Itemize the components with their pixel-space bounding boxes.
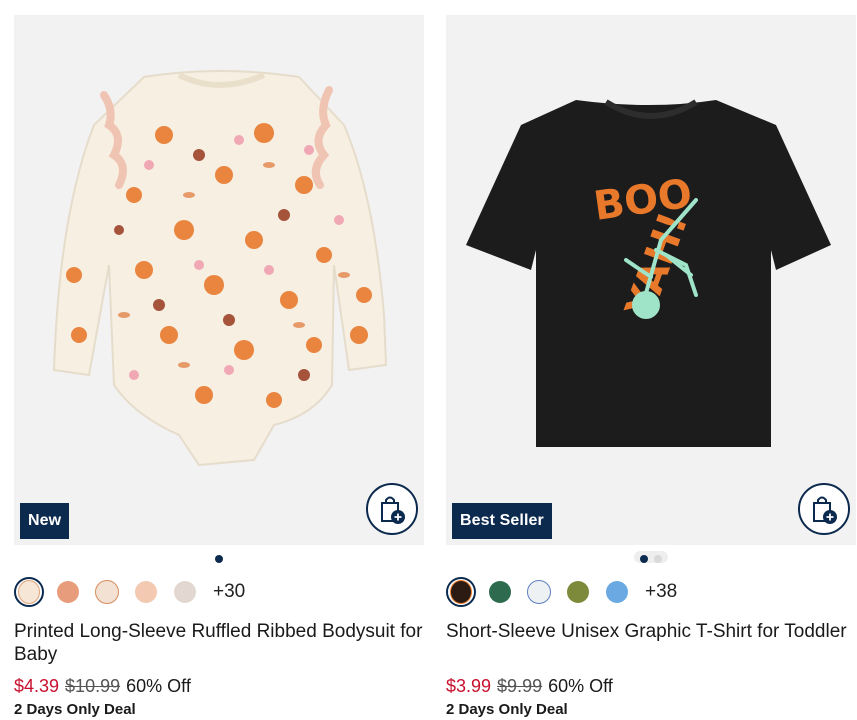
- carousel-dot[interactable]: [215, 555, 223, 563]
- product-title[interactable]: Short-Sleeve Unisex Graphic T-Shirt for …: [446, 620, 857, 643]
- color-swatch[interactable]: [524, 577, 554, 607]
- color-swatches: +30: [14, 576, 245, 608]
- image-carousel-dots: [446, 551, 856, 563]
- product-title[interactable]: Printed Long-Sleeve Ruffled Ribbed Bodys…: [14, 620, 426, 666]
- color-swatch-selected[interactable]: [14, 577, 44, 607]
- best-seller-badge: Best Seller: [452, 503, 552, 539]
- color-swatch[interactable]: [170, 577, 200, 607]
- bodysuit-illustration: [52, 70, 388, 467]
- color-swatch[interactable]: [563, 577, 593, 607]
- carousel-dot[interactable]: [640, 555, 648, 563]
- discount-label: 60% Off: [548, 676, 613, 696]
- sale-price: $4.39: [14, 676, 60, 696]
- color-swatch[interactable]: [602, 577, 632, 607]
- original-price: $9.99: [497, 676, 543, 696]
- price-row: $3.99 $9.99 60% Off: [446, 676, 613, 697]
- color-swatch[interactable]: [131, 577, 161, 607]
- product-image[interactable]: New: [14, 15, 424, 545]
- carousel-dot[interactable]: [654, 555, 662, 563]
- original-price: $10.99: [65, 676, 121, 696]
- discount-label: 60% Off: [126, 676, 191, 696]
- shopping-bag-plus-icon: [381, 496, 405, 524]
- more-colors-count[interactable]: +38: [645, 581, 677, 603]
- product-image[interactable]: BOO YAH! Best Seller: [446, 15, 856, 545]
- deal-label: 2 Days Only Deal: [14, 701, 136, 718]
- color-swatch[interactable]: [485, 577, 515, 607]
- add-to-bag-button[interactable]: [366, 483, 418, 535]
- color-swatches: +38: [446, 576, 677, 608]
- color-swatch[interactable]: [53, 577, 83, 607]
- color-swatch-selected[interactable]: [446, 577, 476, 607]
- shopping-bag-plus-icon: [813, 496, 837, 524]
- more-colors-count[interactable]: +30: [213, 581, 245, 603]
- deal-label: 2 Days Only Deal: [446, 701, 568, 718]
- new-badge: New: [20, 503, 70, 539]
- sale-price: $3.99: [446, 676, 492, 696]
- tshirt-illustration: BOO YAH!: [466, 99, 831, 447]
- color-swatch[interactable]: [92, 577, 122, 607]
- add-to-bag-button[interactable]: [798, 483, 850, 535]
- price-row: $4.39 $10.99 60% Off: [14, 676, 191, 697]
- product-card[interactable]: New +30 Printed Long-Sleeve Ruffled Ribb…: [14, 0, 426, 720]
- image-carousel-dots: [14, 551, 424, 563]
- product-card[interactable]: BOO YAH! Best Seller +38 Short-Sleeve Un…: [446, 0, 857, 720]
